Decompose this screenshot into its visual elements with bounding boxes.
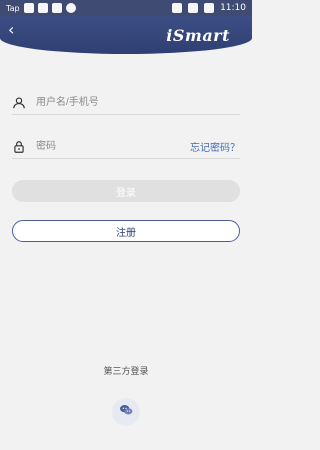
username-row xyxy=(12,90,240,115)
wifi-icon xyxy=(172,3,183,13)
notification-icon-4 xyxy=(65,3,76,13)
third-party-label: 第三方登录 xyxy=(103,367,149,377)
user-icon xyxy=(12,95,26,109)
notification-icon-1 xyxy=(23,3,34,13)
brand-logo: iSmart xyxy=(166,26,230,45)
app-header: ‹ iSmart xyxy=(0,16,252,54)
login-label: 登录 xyxy=(116,187,136,199)
back-button[interactable]: ‹ xyxy=(8,22,14,38)
password-input[interactable] xyxy=(34,135,184,157)
status-time: 11:10 xyxy=(220,3,246,13)
notification-icon-2 xyxy=(37,3,48,13)
signal-icon xyxy=(188,3,199,13)
status-right: 11:10 xyxy=(172,3,246,13)
status-left: Tap xyxy=(6,3,76,13)
battery-icon xyxy=(204,3,215,13)
wechat-icon xyxy=(118,402,134,422)
forgot-password-link[interactable]: 忘记密码？ xyxy=(190,139,240,154)
password-row: 忘记密码？ xyxy=(12,134,240,159)
register-button[interactable]: 注册 xyxy=(12,220,240,242)
status-bar: Tap 11:10 xyxy=(0,0,252,16)
lock-icon xyxy=(12,139,26,153)
login-button[interactable]: 登录 xyxy=(12,180,240,202)
register-label: 注册 xyxy=(116,227,136,239)
chevron-left-icon: ‹ xyxy=(8,20,15,39)
username-input[interactable] xyxy=(34,91,240,113)
wechat-login-button[interactable] xyxy=(112,398,140,426)
notification-icon-3 xyxy=(51,3,62,13)
status-app-label: Tap xyxy=(6,3,20,13)
